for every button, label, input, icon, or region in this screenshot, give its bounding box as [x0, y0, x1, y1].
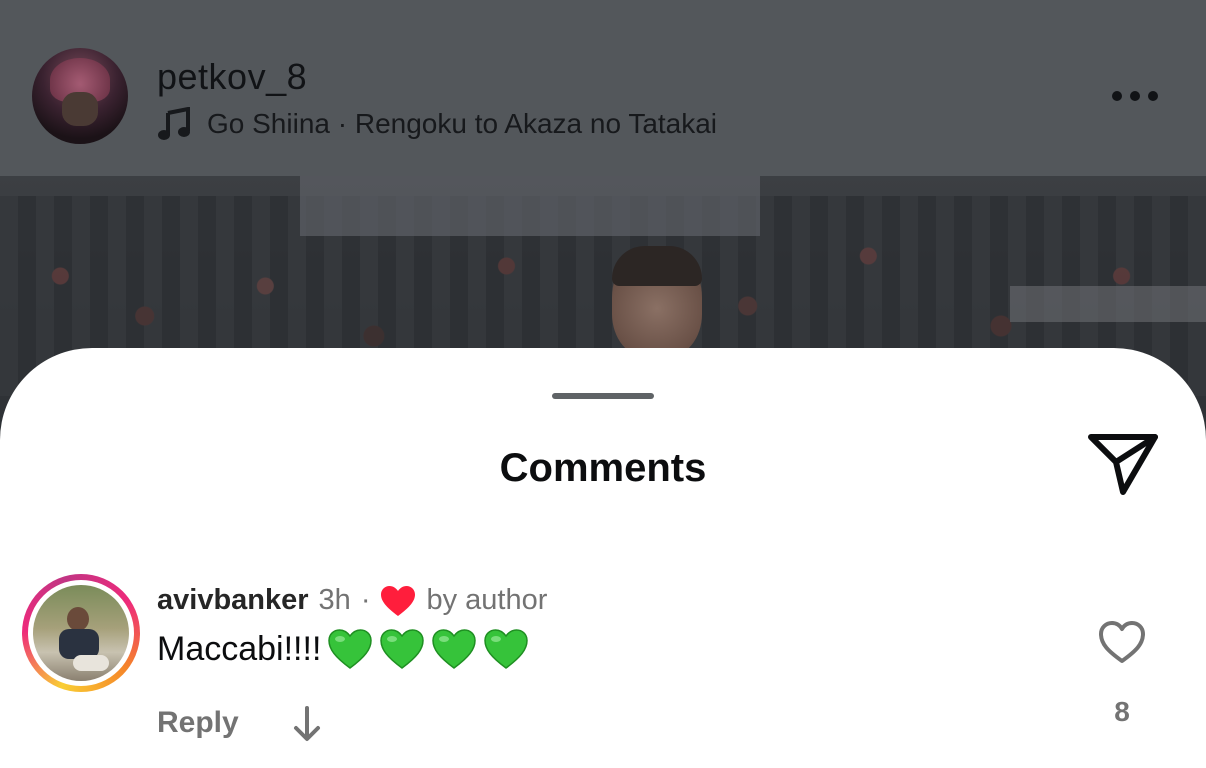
post-author-avatar[interactable] [32, 48, 128, 144]
music-text: Go Shiina · Rengoku to Akaza no Tatakai [207, 108, 718, 139]
post-username[interactable]: petkov_8 [157, 56, 307, 98]
comment-username[interactable]: avivbanker [157, 584, 309, 617]
heart-filled-icon [381, 585, 416, 616]
sheet-drag-handle[interactable] [552, 393, 654, 399]
music-attribution[interactable]: Go Shiina · Rengoku to Akaza no Tatakai [157, 107, 717, 141]
liked-by-author-label: by author [426, 584, 548, 616]
comment-text: Maccabi!!!! [157, 629, 322, 668]
commenter-avatar[interactable] [22, 574, 140, 692]
post-header: petkov_8 Go Shiina · Rengoku to Akaza no… [0, 0, 1206, 176]
green-heart-icon [432, 629, 477, 669]
comment-time: 3h [318, 584, 351, 616]
green-heart-icon [380, 629, 425, 669]
heart-outline-icon[interactable] [1098, 620, 1146, 664]
comment-meta: avivbanker 3h · by author [157, 584, 547, 617]
send-icon[interactable] [1086, 432, 1160, 498]
green-heart-icon [484, 629, 529, 669]
music-note-icon [158, 107, 190, 140]
comment-body: Maccabi!!!! [157, 628, 529, 670]
comments-sheet: Comments avivbanker 3h · by author Macca… [0, 348, 1206, 768]
comment-like-count: 8 [1114, 696, 1130, 727]
more-options-icon[interactable] [1112, 86, 1168, 106]
meta-separator: · [360, 584, 371, 616]
reply-button[interactable]: Reply [157, 706, 239, 740]
sheet-title: Comments [499, 446, 707, 490]
arrow-down-icon[interactable] [292, 706, 322, 742]
green-heart-icon [328, 629, 373, 669]
